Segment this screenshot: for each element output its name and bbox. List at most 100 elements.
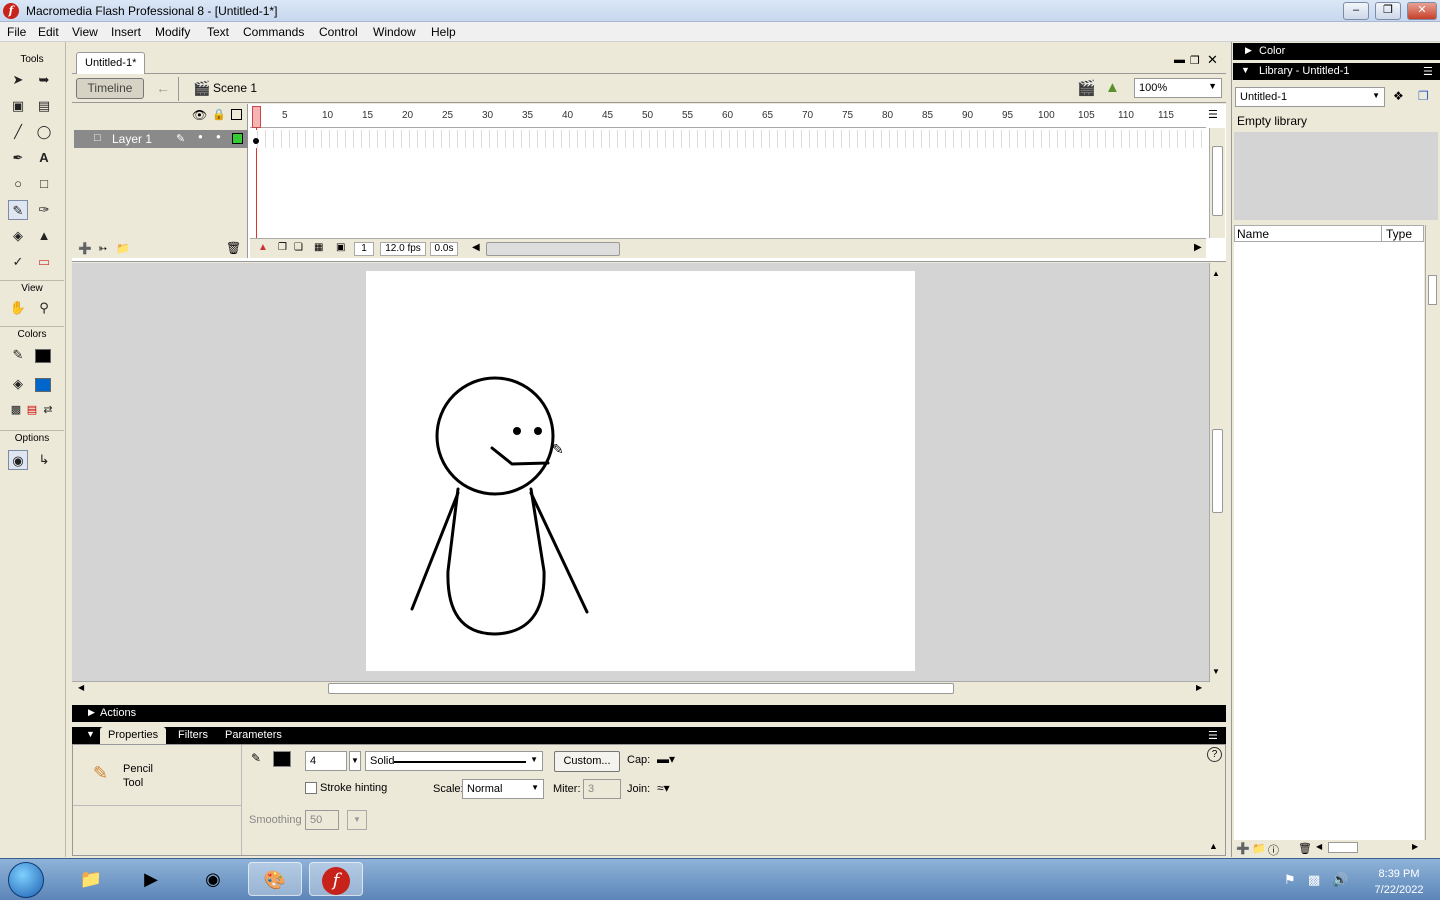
text-tool-icon[interactable]: A (34, 148, 54, 168)
timeline-button[interactable]: Timeline (76, 78, 144, 99)
library-panel-header[interactable]: ▼ Library - Untitled-1 ☰ (1233, 63, 1440, 80)
menu-modify[interactable]: Modify (155, 25, 190, 39)
library-vscroll-thumb[interactable] (1428, 275, 1437, 305)
new-symbol-icon[interactable]: ➕ (1236, 842, 1250, 855)
tab-properties[interactable]: Properties (100, 727, 167, 744)
color-panel-title[interactable]: Color (1259, 45, 1285, 57)
properties-collapse-icon[interactable]: ▼ (86, 729, 95, 739)
doc-close-icon[interactable]: ✕ (1207, 52, 1218, 68)
lock-icon[interactable]: 🔒 (212, 108, 226, 121)
menu-text[interactable]: Text (207, 25, 229, 39)
keyframe-dot[interactable] (253, 138, 259, 144)
figure-right-eye[interactable] (534, 427, 542, 435)
stroke-hinting-checkbox[interactable] (305, 782, 317, 794)
playhead[interactable] (252, 106, 261, 128)
eyedropper-tool-icon[interactable]: ✓ (8, 252, 28, 272)
stroke-color-chip[interactable] (273, 751, 291, 767)
pencil-tool-icon[interactable]: ✎ (8, 200, 28, 220)
menu-window[interactable]: Window (373, 25, 416, 39)
frames-hscroll-thumb[interactable] (486, 242, 620, 256)
timeline-vscroll-thumb[interactable] (1212, 146, 1223, 216)
stage-vscroll-thumb[interactable] (1212, 429, 1223, 513)
menu-view[interactable]: View (72, 25, 98, 39)
pin-library-icon[interactable]: ❖ (1393, 89, 1404, 103)
library-scroll-left-icon[interactable]: ◀ (1316, 842, 1322, 851)
stage-scroll-right-icon[interactable]: ▶ (1196, 683, 1202, 692)
actions-title[interactable]: Actions (100, 707, 136, 719)
layer-name[interactable]: Layer 1 (112, 132, 152, 146)
edit-symbols-icon[interactable]: ▲ (1105, 79, 1120, 96)
pencil-mode-icon[interactable]: ↳ (34, 450, 54, 470)
menu-control[interactable]: Control (319, 25, 358, 39)
delete-layer-icon[interactable]: 🗑 (226, 241, 241, 255)
figure-head[interactable] (435, 376, 555, 496)
figure-right-arm[interactable] (529, 491, 589, 614)
color-expand-icon[interactable]: ▶ (1245, 45, 1252, 56)
menu-file[interactable]: File (7, 25, 26, 39)
network-icon[interactable]: ▩ (1308, 872, 1320, 888)
brush-tool-icon[interactable]: ✑ (34, 200, 54, 220)
library-vscroll[interactable] (1425, 225, 1439, 840)
frame-rate[interactable]: 12.0 fps (380, 242, 426, 256)
stage-hscroll[interactable]: ◀ ▶ (72, 681, 1210, 695)
menu-insert[interactable]: Insert (111, 25, 141, 39)
stick-figure-drawing[interactable]: ✎ (366, 271, 915, 671)
library-panel-title[interactable]: Library - Untitled-1 (1259, 65, 1349, 77)
color-panel-header[interactable]: ▶ Color (1233, 43, 1440, 60)
properties-icon[interactable]: ⓘ (1268, 842, 1279, 858)
paint-taskbar-icon[interactable]: 🎨 (248, 862, 302, 896)
actions-expand-icon[interactable]: ▶ (88, 707, 95, 718)
onion-outlines-icon[interactable]: ❏ (294, 242, 303, 253)
back-arrow-icon[interactable]: ← (156, 80, 170, 96)
restore-button[interactable]: ❐ (1375, 2, 1401, 20)
custom-button[interactable]: Custom... (554, 751, 620, 772)
zoom-tool-icon[interactable]: ⚲ (34, 298, 54, 318)
eraser-tool-icon[interactable]: ▭ (34, 252, 54, 272)
library-scroll-right-icon[interactable]: ▶ (1412, 842, 1418, 851)
flash-taskbar-icon[interactable]: f (309, 862, 363, 896)
new-folder-icon[interactable]: 📁 (1252, 842, 1266, 855)
insert-layer-icon[interactable]: ➕ (78, 242, 92, 255)
smoothing-dropdown-icon[interactable]: ▼ (347, 810, 367, 830)
show-hide-icon[interactable]: 👁 (192, 108, 207, 122)
doc-minimize-icon[interactable]: ▬ (1174, 54, 1185, 66)
pen-tool-icon[interactable]: ✒ (8, 148, 28, 168)
layer-lock-dot[interactable]: ● (216, 132, 221, 141)
help-icon[interactable]: ? (1207, 747, 1222, 762)
frames-scroll-right-icon[interactable]: ▶ (1194, 242, 1202, 253)
doc-restore-icon[interactable]: ❐ (1190, 54, 1200, 67)
start-button[interactable] (8, 862, 44, 898)
actions-panel-header[interactable]: ▶ Actions (72, 705, 1226, 722)
column-type[interactable]: Type (1386, 227, 1412, 241)
props-collapse-arrow-icon[interactable]: ▲ (1209, 841, 1218, 851)
library-menu-icon[interactable]: ☰ (1423, 65, 1433, 78)
line-tool-icon[interactable]: ╱ (8, 122, 28, 142)
layer-visible-dot[interactable]: ● (198, 132, 203, 141)
outline-icon[interactable] (231, 109, 242, 120)
chrome-taskbar-icon[interactable]: ◉ (186, 862, 240, 896)
explorer-taskbar-icon[interactable]: 📁 (64, 862, 118, 896)
scale-select[interactable]: Normal ▼ (462, 779, 544, 799)
library-list[interactable] (1234, 242, 1424, 840)
stage[interactable]: ✎ (366, 271, 915, 671)
action-center-icon[interactable]: ⚑ (1284, 872, 1296, 888)
figure-left-eye[interactable] (513, 427, 521, 435)
column-name[interactable]: Name (1237, 227, 1269, 241)
delete-item-icon[interactable]: 🗑 (1298, 842, 1312, 855)
close-button[interactable]: ✕ (1407, 2, 1437, 20)
volume-icon[interactable]: 🔊 (1332, 872, 1348, 888)
stroke-style-select[interactable]: Solid ▼ (365, 751, 543, 771)
layer-frames[interactable] (250, 130, 1206, 148)
stroke-width-dropdown-icon[interactable]: ▼ (349, 751, 361, 771)
edit-scene-icon[interactable]: 🎬 (1077, 79, 1096, 97)
miter-input[interactable]: 3 (583, 779, 621, 799)
free-transform-tool-icon[interactable]: ▣ (8, 96, 28, 116)
frames-scroll-left-icon[interactable]: ◀ (472, 242, 480, 253)
cap-select-icon[interactable]: ▬▾ (657, 752, 675, 766)
swap-colors-icon[interactable]: ⇄ (38, 400, 58, 420)
edit-multiple-icon[interactable]: ▦ (314, 242, 323, 253)
paint-bucket-tool-icon[interactable]: ▲ (34, 226, 54, 246)
join-select-icon[interactable]: ≈▾ (657, 781, 670, 795)
stage-scroll-up-icon[interactable]: ▲ (1212, 269, 1220, 278)
object-drawing-icon[interactable]: ◉ (8, 450, 28, 470)
